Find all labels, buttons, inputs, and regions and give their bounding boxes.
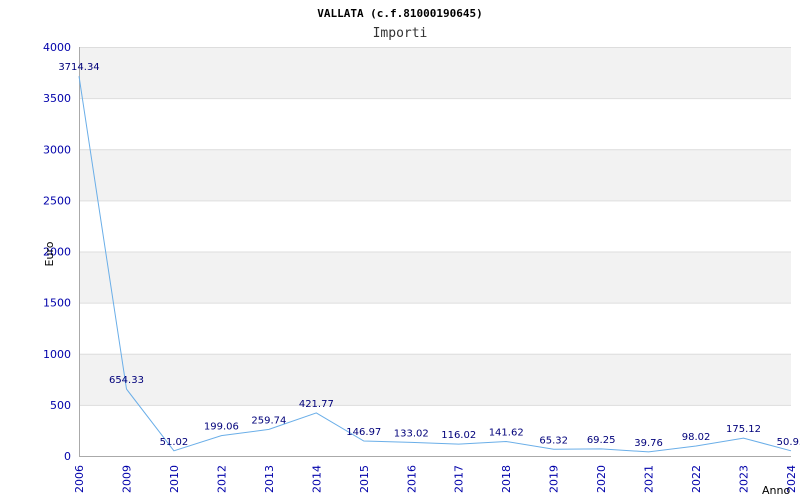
y-tick-label: 500 — [50, 399, 71, 412]
x-tick-label: 2017 — [453, 465, 466, 493]
y-tick-label: 1500 — [43, 297, 71, 310]
y-tick-label: 0 — [64, 450, 71, 463]
data-label: 199.06 — [204, 422, 239, 433]
y-axis-label: Euro — [43, 241, 56, 266]
chart-subtitle: Importi — [373, 26, 428, 41]
plot-band — [79, 47, 791, 99]
data-label: 175.12 — [726, 424, 761, 435]
x-tick-label: 2010 — [168, 465, 181, 493]
data-label: 50.93 — [777, 437, 800, 448]
line-chart: VALLATA (c.f.81000190645) Importi 0 500 10… — [43, 7, 800, 497]
x-tick-label: 2019 — [548, 465, 561, 493]
data-label: 51.02 — [160, 437, 189, 448]
data-label: 69.25 — [587, 435, 616, 446]
data-label: 65.32 — [539, 435, 568, 446]
x-tick-label: 2012 — [215, 465, 228, 493]
y-tick-label: 3000 — [43, 143, 71, 156]
data-label: 146.97 — [346, 427, 381, 438]
x-tick-label: 2006 — [73, 465, 86, 493]
plot-band — [79, 251, 791, 303]
x-tick-label: 2014 — [310, 465, 323, 493]
y-tick-label: 3500 — [43, 92, 71, 105]
plot-band — [79, 353, 791, 405]
x-axis-ticks: 2006 2009 2010 2012 2013 2014 2015 2016 2017 2018… — [73, 465, 798, 493]
x-tick-label: 2022 — [690, 465, 703, 493]
y-tick-label: 4000 — [43, 41, 71, 54]
x-tick-label: 2016 — [405, 465, 418, 493]
x-tick-label: 2020 — [595, 465, 608, 493]
data-label: 116.02 — [441, 430, 476, 441]
data-label: 3714.34 — [58, 62, 99, 73]
x-axis-label: Anno — [762, 484, 790, 497]
plot-background-bands — [79, 47, 791, 405]
y-tick-label: 2500 — [43, 194, 71, 207]
x-tick-label: 2015 — [358, 465, 371, 493]
chart-title: VALLATA (c.f.81000190645) — [317, 7, 483, 20]
x-tick-label: 2023 — [738, 465, 751, 493]
data-label: 98.02 — [682, 432, 711, 443]
x-tick-label: 2021 — [643, 465, 656, 493]
data-label: 654.33 — [109, 375, 144, 386]
data-label: 141.62 — [489, 428, 524, 439]
x-tick-label: 2013 — [263, 465, 276, 493]
x-tick-label: 2018 — [500, 465, 513, 493]
data-label: 259.74 — [251, 415, 286, 426]
y-tick-label: 1000 — [43, 348, 71, 361]
plot-band — [79, 149, 791, 201]
x-tick-label: 2009 — [120, 465, 133, 493]
data-label: 133.02 — [394, 428, 429, 439]
data-label: 39.76 — [634, 438, 663, 449]
data-label: 421.77 — [299, 399, 334, 410]
